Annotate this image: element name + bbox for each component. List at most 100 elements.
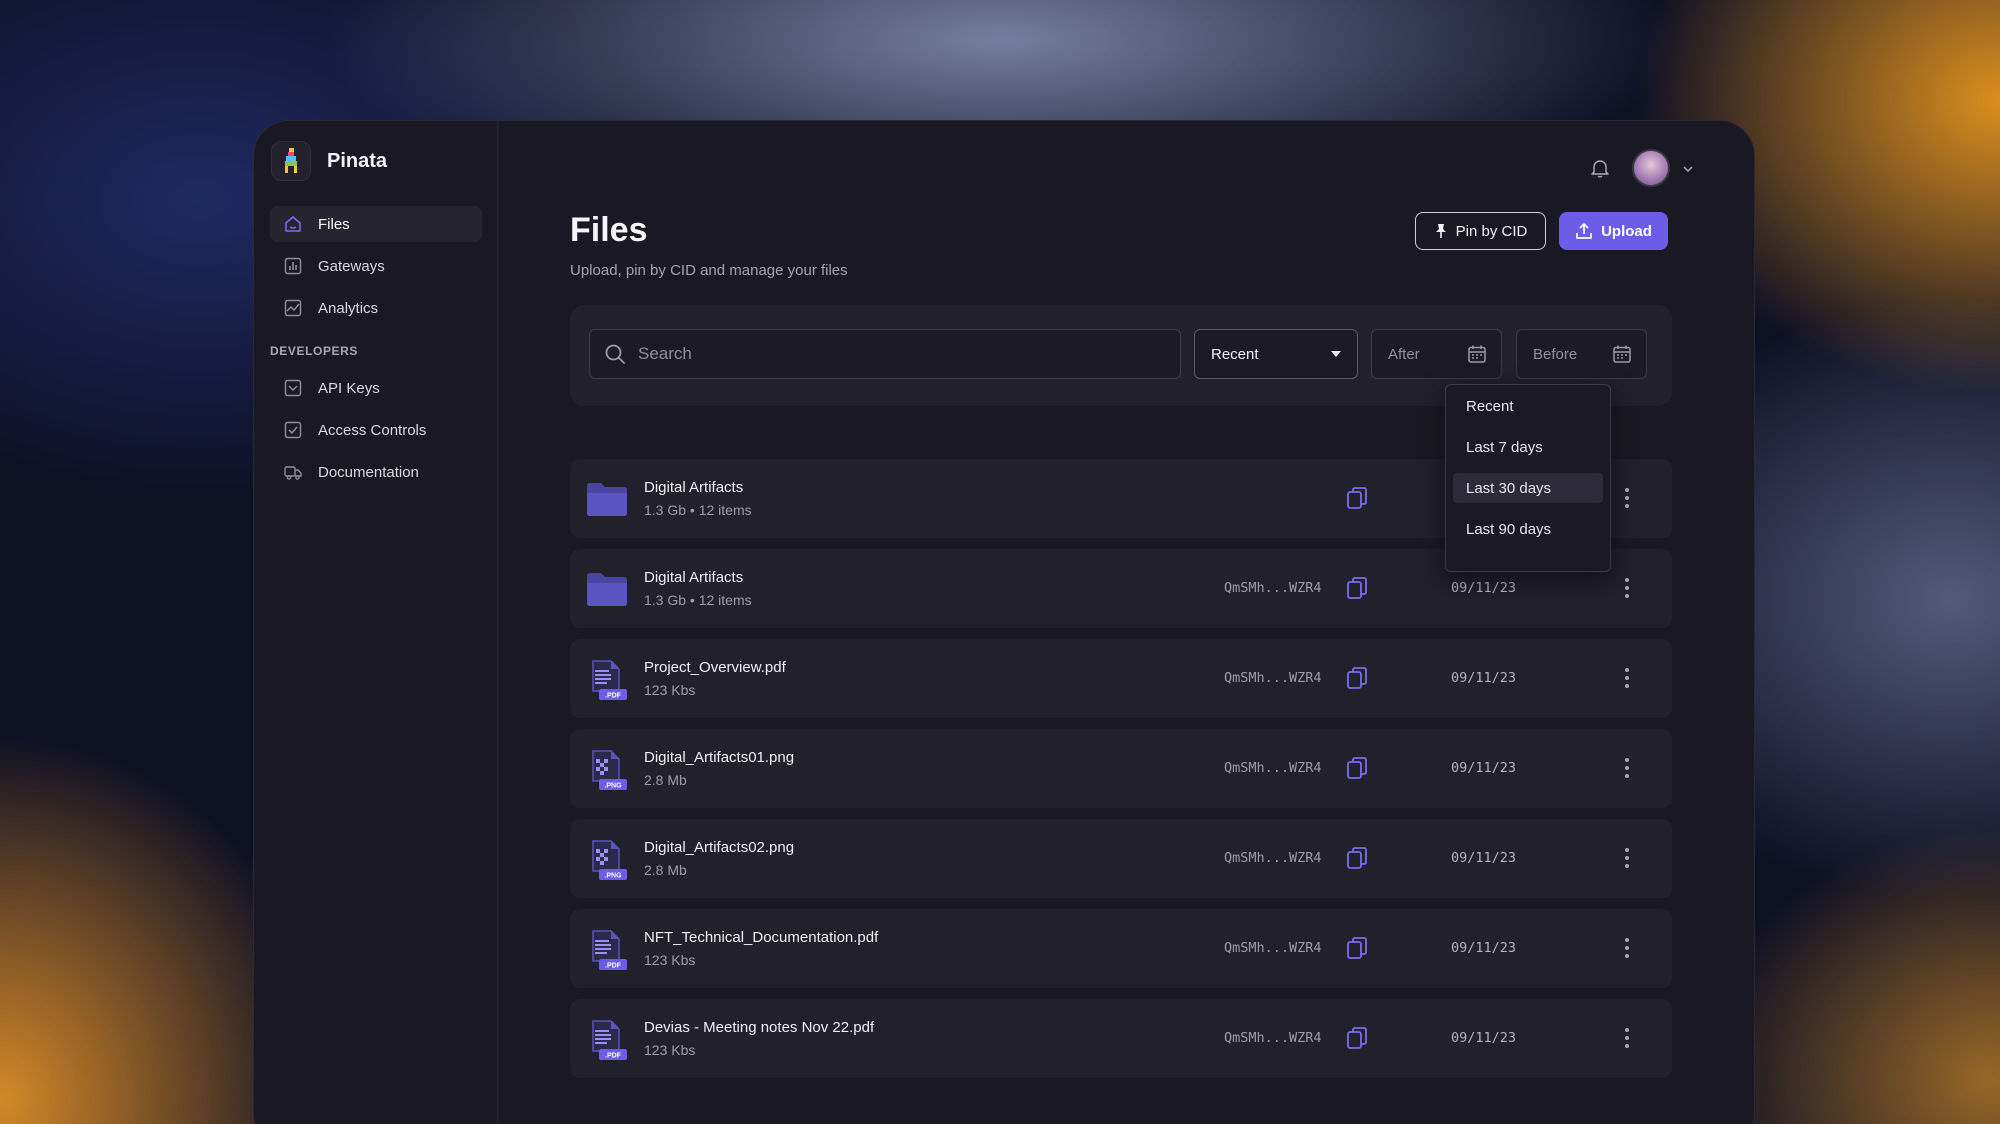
file-meta: 123 Kbs (644, 682, 696, 698)
file-name[interactable]: Digital Artifacts (644, 479, 743, 496)
bell-icon[interactable] (1589, 157, 1611, 179)
copy-icon[interactable] (1346, 846, 1368, 870)
file-cid: QmSMh...WZR4 (1224, 850, 1322, 866)
before-date-field[interactable]: Before (1516, 329, 1647, 379)
file-date: 09/11/23 (1451, 580, 1517, 596)
file-row[interactable]: .PNG Digital_Artifacts02.png 2.8 Mb QmSMh..… (570, 819, 1672, 898)
copy-icon[interactable] (1346, 666, 1368, 690)
file-date: 09/11/23 (1451, 850, 1517, 866)
image-file-icon: .PNG (592, 750, 627, 790)
sidebar-item-label: API Keys (318, 379, 380, 397)
pinata-logo-icon (271, 141, 311, 181)
search-icon (605, 344, 625, 364)
file-name[interactable]: Digital_Artifacts01.png (644, 749, 794, 766)
page-subtitle: Upload, pin by CID and manage your files (570, 262, 848, 279)
avatar[interactable] (1632, 149, 1670, 187)
file-row[interactable]: .PDF Devias - Meeting notes Nov 22.pdf 123… (570, 999, 1672, 1078)
sidebar-item-access-controls[interactable]: Access Controls (270, 412, 482, 448)
upload-label: Upload (1601, 222, 1652, 240)
sidebar-item-analytics[interactable]: Analytics (270, 290, 482, 326)
file-meta: 2.8 Mb (644, 862, 687, 878)
time-range-value: Recent (1211, 345, 1259, 363)
file-date: 09/11/23 (1451, 940, 1517, 956)
file-cid: QmSMh...WZR4 (1224, 1030, 1322, 1046)
copy-icon[interactable] (1346, 486, 1368, 510)
after-date-field[interactable]: After (1371, 329, 1502, 379)
file-name[interactable]: Devias - Meeting notes Nov 22.pdf (644, 1019, 874, 1036)
time-range-dropdown-menu: Recent Last 7 days Last 30 days Last 90 … (1445, 384, 1611, 572)
sidebar-item-gateways[interactable]: Gateways (270, 248, 482, 284)
option-last-90-days[interactable]: Last 90 days (1453, 514, 1603, 544)
more-vertical-icon[interactable] (1624, 757, 1630, 779)
pdf-file-icon: .PDF (592, 930, 627, 970)
chevron-down-icon[interactable] (1682, 163, 1694, 175)
upload-button[interactable]: Upload (1559, 212, 1668, 250)
file-row[interactable]: .PNG Digital_Artifacts01.png 2.8 Mb QmSMh..… (570, 729, 1672, 808)
file-meta: 2.8 Mb (644, 772, 687, 788)
developers-section-label: DEVELOPERS (270, 344, 359, 358)
file-name[interactable]: Digital Artifacts (644, 569, 743, 586)
time-range-select[interactable]: Recent (1194, 329, 1358, 379)
file-cid: QmSMh...WZR4 (1224, 580, 1322, 596)
book-icon (284, 466, 302, 480)
pin-by-cid-button[interactable]: Pin by CID (1415, 212, 1546, 250)
file-type-badge: .PDF (605, 963, 622, 970)
file-cid: QmSMh...WZR4 (1224, 940, 1322, 956)
search-input[interactable] (638, 344, 1158, 364)
copy-icon[interactable] (1346, 576, 1368, 600)
sidebar-item-label: Documentation (318, 463, 419, 481)
file-type-badge: .PNG (604, 873, 622, 880)
sidebar-item-documentation[interactable]: Documentation (270, 454, 482, 490)
after-date-placeholder: After (1388, 345, 1420, 363)
brand[interactable]: Pinata (271, 141, 387, 181)
file-type-badge: .PDF (605, 1053, 622, 1060)
sidebar-item-api-keys[interactable]: API Keys (270, 370, 482, 406)
file-name[interactable]: Project_Overview.pdf (644, 659, 786, 676)
more-vertical-icon[interactable] (1624, 667, 1630, 689)
more-vertical-icon[interactable] (1624, 487, 1630, 509)
file-meta: 123 Kbs (644, 952, 696, 968)
sidebar-item-label: Analytics (318, 299, 379, 317)
file-name[interactable]: NFT_Technical_Documentation.pdf (644, 929, 878, 946)
sidebar: Pinata Files Gateways Analytics DEVELOPE… (254, 121, 498, 1124)
copy-icon[interactable] (1346, 936, 1368, 960)
option-recent[interactable]: Recent (1453, 391, 1603, 421)
page-title: Files (570, 211, 648, 249)
sidebar-item-files[interactable]: Files (270, 206, 482, 242)
pin-icon (1435, 224, 1446, 238)
sidebar-item-label: Files (318, 215, 350, 233)
bar-chart-icon (284, 257, 302, 275)
home-icon (285, 216, 301, 232)
before-date-placeholder: Before (1533, 345, 1578, 363)
shield-check-icon (284, 421, 302, 439)
folder-icon (587, 573, 627, 606)
more-vertical-icon[interactable] (1624, 577, 1630, 599)
file-type-badge: .PDF (605, 693, 622, 700)
copy-icon[interactable] (1346, 756, 1368, 780)
option-last-7-days[interactable]: Last 7 days (1453, 432, 1603, 462)
option-last-30-days[interactable]: Last 30 days (1453, 473, 1603, 503)
more-vertical-icon[interactable] (1624, 937, 1630, 959)
sidebar-nav: Files Gateways Analytics DEVELOPERS API … (270, 206, 482, 496)
file-type-badge: .PNG (604, 783, 622, 790)
file-name[interactable]: Digital_Artifacts02.png (644, 839, 794, 856)
file-cid: QmSMh...WZR4 (1224, 760, 1322, 776)
brand-name: Pinata (327, 149, 388, 172)
file-meta: 1.3 Gb • 12 items (644, 592, 752, 608)
calendar-icon (1613, 345, 1631, 363)
main-content: Files Upload, pin by CID and manage your… (499, 121, 1754, 1124)
search-box[interactable] (589, 329, 1181, 379)
pdf-file-icon: .PDF (592, 1020, 627, 1060)
file-date: 09/11/23 (1451, 1030, 1517, 1046)
file-date: 09/11/23 (1451, 670, 1517, 686)
app-window: Pinata Files Gateways Analytics DEVELOPE… (253, 120, 1755, 1124)
file-meta: 1.3 Gb • 12 items (644, 502, 752, 518)
file-row[interactable]: .PDF Project_Overview.pdf 123 Kbs QmSMh...W… (570, 639, 1672, 718)
key-icon (284, 379, 302, 397)
sidebar-item-label: Gateways (318, 257, 385, 275)
more-vertical-icon[interactable] (1624, 847, 1630, 869)
copy-icon[interactable] (1346, 1026, 1368, 1050)
file-row[interactable]: .PDF NFT_Technical_Documentation.pdf 123 K… (570, 909, 1672, 988)
more-vertical-icon[interactable] (1624, 1027, 1630, 1049)
calendar-icon (1468, 345, 1486, 363)
